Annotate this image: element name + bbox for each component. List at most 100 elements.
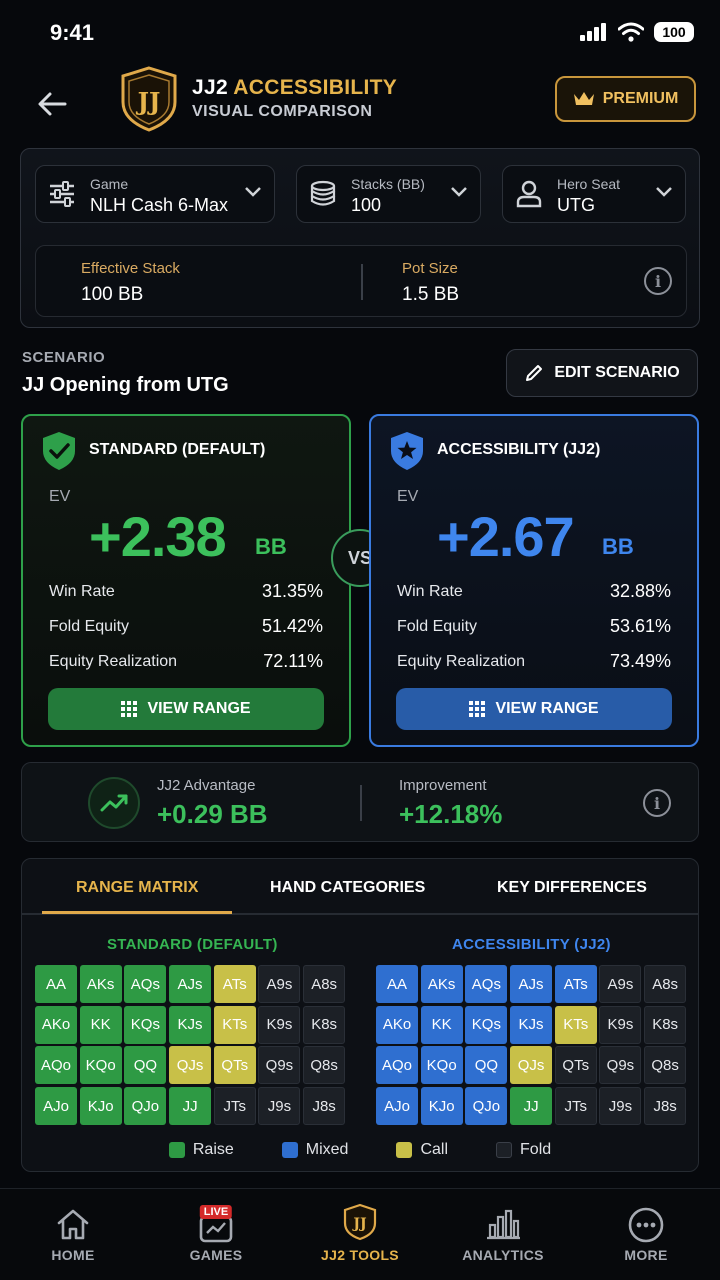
hero-seat-value: UTG: [557, 195, 595, 215]
back-button[interactable]: [30, 82, 74, 126]
accessibility-cell[interactable]: QJo: [465, 1087, 508, 1126]
accessibility-cell[interactable]: KTs: [554, 1005, 597, 1044]
standard-cell[interactable]: KJs: [169, 1005, 212, 1044]
standard-cell[interactable]: KQo: [79, 1046, 122, 1085]
standard-cell[interactable]: AJs: [169, 965, 212, 1003]
accessibility-cell[interactable]: AKo: [376, 1005, 418, 1044]
title-prefix: JJ2: [192, 76, 234, 99]
range-matrix-card: RANGE MATRIX HAND CATEGORIES KEY DIFFERE…: [21, 858, 699, 1172]
standard-cell[interactable]: K8s: [303, 1005, 346, 1044]
standard-cell[interactable]: ATs: [213, 965, 256, 1003]
accessibility-cell[interactable]: QJs: [510, 1046, 553, 1085]
effective-stack-label: Effective Stack: [81, 260, 180, 277]
accessibility-cell[interactable]: AQo: [376, 1046, 418, 1085]
nav-item-home[interactable]: HOME: [1, 1189, 145, 1280]
standard-cell[interactable]: QTs: [213, 1046, 256, 1085]
accessibility-cell[interactable]: AQs: [465, 965, 508, 1003]
accessibility-cell[interactable]: AA: [376, 965, 418, 1003]
accessibility-stat-name: Fold Equity: [397, 618, 478, 635]
standard-cell[interactable]: KTs: [213, 1005, 256, 1044]
accessibility-cell[interactable]: AJs: [510, 965, 553, 1003]
standard-cell[interactable]: AKs: [79, 965, 122, 1003]
game-dropdown[interactable]: Game NLH Cash 6-Max: [35, 165, 275, 223]
stacks-dropdown[interactable]: Stacks (BB) 100: [296, 165, 481, 223]
accessibility-cell[interactable]: K9s: [599, 1005, 642, 1044]
standard-cell[interactable]: QJs: [169, 1046, 212, 1085]
accessibility-cell[interactable]: A9s: [599, 965, 642, 1003]
accessibility-cell[interactable]: QTs: [554, 1046, 597, 1085]
accessibility-cell[interactable]: KJo: [420, 1087, 463, 1126]
nav-item-games[interactable]: LIVE GAMES: [144, 1189, 288, 1280]
accessibility-cell[interactable]: J9s: [599, 1087, 642, 1126]
chevron-down-icon: [656, 187, 672, 197]
accessibility-cell[interactable]: KQs: [465, 1005, 508, 1044]
accessibility-view-range-button[interactable]: VIEW RANGE: [396, 688, 672, 730]
standard-cell[interactable]: KJo: [79, 1087, 122, 1126]
accessibility-cell[interactable]: A8s: [644, 965, 687, 1003]
accessibility-cell[interactable]: ATs: [554, 965, 597, 1003]
standard-matrix-title: STANDARD (DEFAULT): [107, 936, 278, 953]
standard-cell[interactable]: A9s: [258, 965, 301, 1003]
accessibility-cell[interactable]: KK: [420, 1005, 463, 1044]
tab-hand-categories[interactable]: HAND CATEGORIES: [270, 879, 425, 897]
status-time: 9:41: [50, 20, 95, 45]
standard-view-range-button[interactable]: VIEW RANGE: [48, 688, 324, 730]
accessibility-cell[interactable]: AJo: [376, 1087, 418, 1126]
tab-key-differences[interactable]: KEY DIFFERENCES: [497, 879, 647, 897]
accessibility-ev-label: EV: [397, 488, 419, 505]
accessibility-cell[interactable]: AKs: [420, 965, 463, 1003]
standard-cell[interactable]: J8s: [303, 1087, 346, 1126]
standard-cell[interactable]: KQs: [124, 1005, 167, 1044]
edit-scenario-button[interactable]: EDIT SCENARIO: [506, 349, 698, 397]
standard-cell[interactable]: KK: [79, 1005, 122, 1044]
chip-stack-icon: [310, 180, 336, 206]
standard-cell[interactable]: Q9s: [258, 1046, 301, 1085]
standard-cell[interactable]: QQ: [124, 1046, 167, 1085]
chevron-down-icon: [451, 187, 467, 197]
title-accent: ACCESSIBILITY: [233, 76, 398, 99]
accessibility-cell[interactable]: KJs: [510, 1005, 553, 1044]
accessibility-cell[interactable]: Q8s: [644, 1046, 687, 1085]
standard-cell[interactable]: J9s: [258, 1087, 301, 1126]
premium-button[interactable]: PREMIUM: [555, 76, 696, 122]
info-icon[interactable]: i: [644, 267, 672, 295]
legend-label: Raise: [192, 1141, 234, 1158]
standard-cell[interactable]: AKo: [35, 1005, 77, 1044]
shield-check-icon: [43, 432, 75, 470]
accessibility-cell[interactable]: QQ: [465, 1046, 508, 1085]
standard-stat-name: Win Rate: [49, 583, 115, 600]
standard-cell[interactable]: JTs: [213, 1087, 256, 1126]
standard-cell[interactable]: AA: [35, 965, 77, 1003]
standard-stat-value: 31.35%: [261, 581, 323, 601]
accessibility-cell[interactable]: Q9s: [599, 1046, 642, 1085]
standard-cell[interactable]: QJo: [124, 1087, 167, 1126]
accessibility-cell[interactable]: JJ: [510, 1087, 553, 1126]
standard-cell[interactable]: AJo: [35, 1087, 77, 1126]
standard-cell[interactable]: K9s: [258, 1005, 301, 1044]
standard-cell[interactable]: AQs: [124, 965, 167, 1003]
accessibility-view-range-label: VIEW RANGE: [495, 700, 599, 717]
premium-label: PREMIUM: [602, 90, 679, 107]
standard-cell[interactable]: AQo: [35, 1046, 77, 1085]
accessibility-matrix-title: ACCESSIBILITY (JJ2): [452, 936, 611, 953]
shield-logo-icon: JJ: [121, 66, 177, 132]
standard-ev-label: EV: [49, 488, 71, 505]
hero-seat-dropdown[interactable]: Hero Seat UTG: [502, 165, 686, 223]
info-icon[interactable]: i: [643, 789, 671, 817]
tab-range-matrix[interactable]: RANGE MATRIX: [76, 879, 198, 897]
standard-cell[interactable]: JJ: [169, 1087, 212, 1126]
standard-cell[interactable]: Q8s: [303, 1046, 346, 1085]
crown-icon: [573, 92, 594, 105]
nav-item-more[interactable]: MORE: [574, 1189, 718, 1280]
standard-cell[interactable]: A8s: [303, 965, 346, 1003]
nav-item-jj2-tools[interactable]: JJ JJ2 TOOLS: [288, 1189, 432, 1280]
accessibility-card: ACCESSIBILITY (JJ2) EV +2.67 BB Win Rate…: [369, 414, 699, 747]
stacks-value: 100: [351, 195, 382, 215]
home-icon: [57, 1209, 89, 1240]
nav-item-analytics[interactable]: ANALYTICS: [431, 1189, 575, 1280]
accessibility-cell[interactable]: K8s: [644, 1005, 687, 1044]
accessibility-cell[interactable]: J8s: [644, 1087, 687, 1126]
accessibility-cell[interactable]: KQo: [420, 1046, 463, 1085]
accessibility-cell[interactable]: JTs: [554, 1087, 597, 1126]
range-legend: Raise Mixed Call Fold: [22, 1141, 698, 1159]
